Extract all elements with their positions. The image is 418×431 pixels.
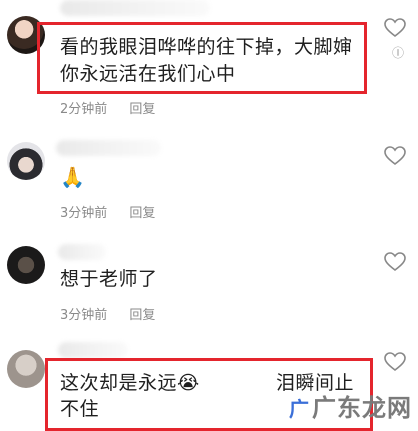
- comment-2: 🙏 3分钟前 回复: [0, 120, 418, 230]
- reply-button[interactable]: 回复: [129, 102, 155, 117]
- comment-meta: 3分钟前 回复: [60, 202, 173, 221]
- comment-1: Ⓘ 看的我眼泪哗哗的往下掉，大脚婶 你永远活在我们心中 2分钟前 回复: [0, 0, 418, 120]
- comment-meta: 3分钟前 回复: [60, 304, 173, 323]
- comment-time: 2分钟前: [60, 102, 108, 117]
- comment-time: 3分钟前: [60, 308, 108, 323]
- reply-button[interactable]: 回复: [129, 206, 155, 221]
- comment-text: 想于老师了: [60, 268, 158, 290]
- like-heart-icon[interactable]: [384, 252, 406, 272]
- username-blurred[interactable]: [56, 140, 161, 156]
- comment-text-line2: 不住: [60, 398, 100, 420]
- username-blurred[interactable]: [58, 342, 128, 358]
- comment-3: 想于老师了 3分钟前 回复: [0, 230, 418, 330]
- avatar[interactable]: [7, 350, 45, 388]
- username-blurred[interactable]: [60, 0, 210, 16]
- like-heart-icon[interactable]: [384, 18, 406, 38]
- comment-meta: 2分钟前 回复: [60, 98, 173, 117]
- reply-button[interactable]: 回复: [129, 308, 155, 323]
- watermark-logo-icon: 广: [289, 397, 310, 421]
- comment-text: 🙏: [60, 165, 86, 189]
- site-watermark: 广广东龙网: [289, 394, 412, 422]
- comment-text-part1: 这次却是永远😭: [60, 372, 200, 394]
- comment-time: 3分钟前: [60, 206, 108, 221]
- collapse-icon[interactable]: Ⓘ: [392, 44, 404, 61]
- comment-text: 看的我眼泪哗哗的往下掉，大脚婶 你永远活在我们心中: [60, 36, 353, 85]
- like-heart-icon[interactable]: [384, 146, 406, 166]
- username-blurred[interactable]: [58, 244, 106, 260]
- avatar[interactable]: [7, 246, 45, 284]
- like-heart-icon[interactable]: [384, 352, 406, 372]
- avatar[interactable]: [7, 142, 45, 180]
